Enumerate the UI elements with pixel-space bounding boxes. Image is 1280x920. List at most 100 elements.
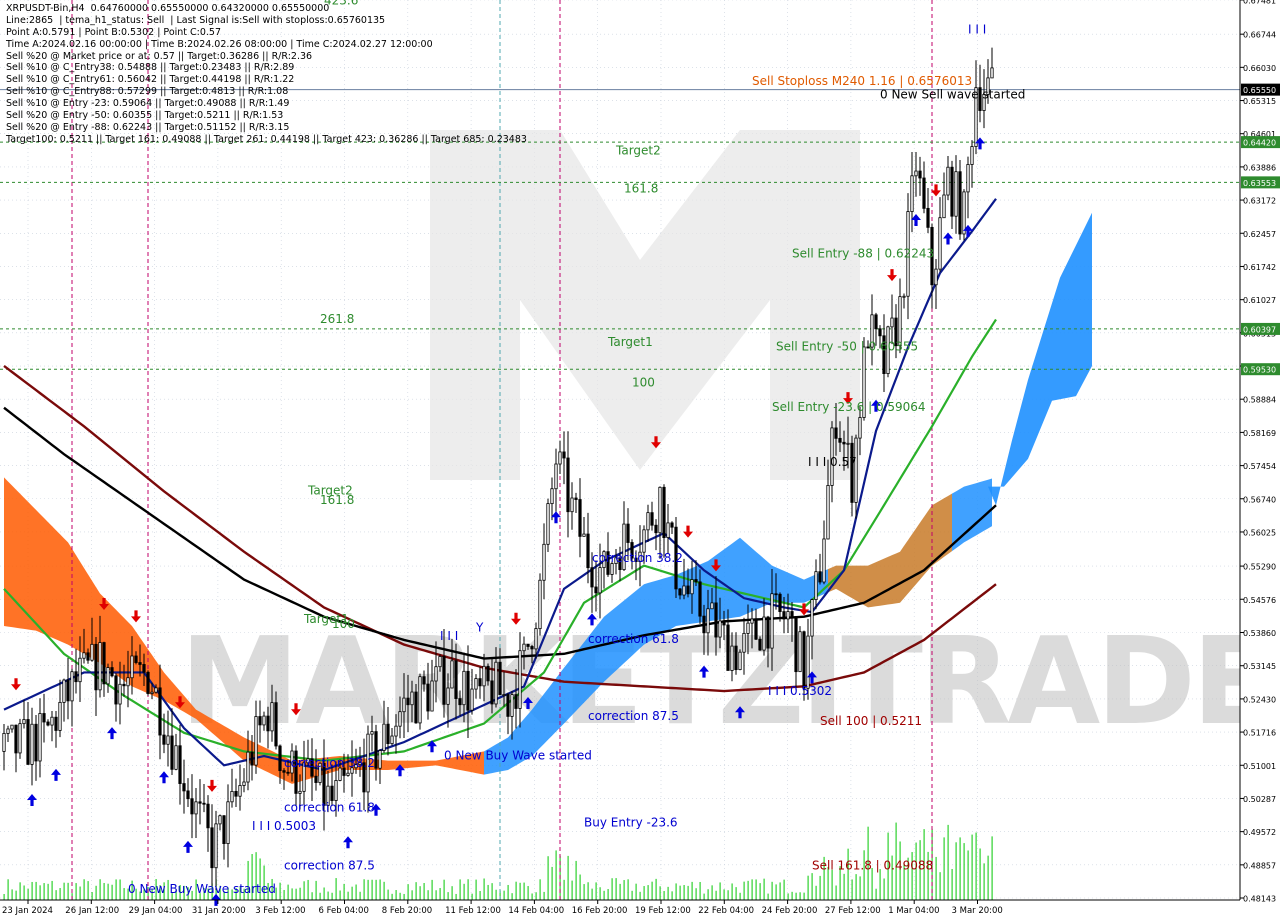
candle-body <box>518 650 522 709</box>
volume-bar <box>795 892 797 900</box>
cloud-segment <box>12 485 16 628</box>
candle-body <box>26 719 30 765</box>
candle-body <box>822 538 826 583</box>
annotation-label: Sell Entry -88 | 0.62243 <box>792 247 934 261</box>
candle-body <box>782 611 786 620</box>
price-tick-label: 0.55290 <box>1243 563 1276 572</box>
candle-body <box>478 678 482 687</box>
volume-bar <box>339 890 341 900</box>
candle-body <box>298 790 302 794</box>
candle-body <box>594 586 598 594</box>
volume-bar <box>607 889 609 900</box>
cloud-segment <box>420 760 424 767</box>
cloud-segment <box>800 577 804 603</box>
candle-body <box>946 166 950 196</box>
candle-body <box>714 602 718 638</box>
volume-bar <box>631 890 633 900</box>
volume-bar <box>711 885 713 900</box>
candle-body <box>390 735 394 745</box>
candle-body <box>278 745 282 772</box>
candle-body <box>954 171 958 217</box>
volume-bar <box>975 832 977 900</box>
candle-body <box>438 656 442 668</box>
candle-body <box>146 671 150 694</box>
volume-bar <box>551 866 553 900</box>
volume-bar <box>95 885 97 900</box>
cloud-segment <box>740 537 744 617</box>
candle-body <box>546 503 550 545</box>
candle-body <box>838 437 842 443</box>
candle-body <box>382 723 386 751</box>
price-tick-label: 0.61742 <box>1243 263 1276 272</box>
cloud-segment <box>428 760 432 767</box>
cloud-segment <box>32 505 36 631</box>
annotation-label: I I I <box>968 22 986 36</box>
volume-bar <box>739 892 741 900</box>
candle-body <box>578 499 582 537</box>
cloud-segment <box>752 548 756 612</box>
candle-body <box>402 697 406 713</box>
price-tick-label: 0.51716 <box>1243 729 1276 738</box>
cloud-segment <box>976 482 980 536</box>
volume-bar <box>431 879 433 900</box>
volume-bar <box>767 893 769 900</box>
candle-body <box>554 463 558 490</box>
volume-bar <box>295 888 297 900</box>
candle-body <box>138 662 142 665</box>
cloud-segment <box>928 505 932 571</box>
volume-bar <box>407 884 409 900</box>
volume-bar <box>379 879 381 900</box>
candle-body <box>682 585 686 596</box>
volume-bar <box>303 881 305 900</box>
candle-body <box>182 783 186 792</box>
candle-body <box>234 790 238 797</box>
cloud-segment <box>76 555 80 652</box>
volume-bar <box>107 883 109 900</box>
candle-body <box>858 417 862 439</box>
candle-body <box>422 676 426 685</box>
candle-body <box>370 731 374 735</box>
volume-bar <box>687 885 689 900</box>
volume-bar <box>291 888 293 900</box>
volume-bar <box>123 888 125 900</box>
volume-bar <box>443 879 445 900</box>
info-line: Point A:0.5791 | Point B:0.5302 | Point … <box>6 26 222 38</box>
candle-body <box>958 171 962 235</box>
volume-bar <box>395 890 397 900</box>
volume-bar <box>39 885 41 900</box>
volume-bar <box>455 893 457 900</box>
cloud-segment <box>576 647 580 711</box>
volume-bar <box>659 886 661 900</box>
candle-body <box>722 620 726 626</box>
price-tag-label: 0.59530 <box>1243 366 1276 375</box>
volume-bar <box>515 881 517 900</box>
price-tick-label: 0.63886 <box>1243 163 1276 172</box>
cloud-segment <box>536 699 540 752</box>
volume-bar <box>939 872 941 900</box>
price-tick-label: 0.58169 <box>1243 429 1276 438</box>
cloud-segment <box>60 534 64 643</box>
cloud-segment <box>40 513 44 635</box>
volume-bar <box>447 892 449 900</box>
volume-bar <box>103 882 105 900</box>
cloud-segment <box>436 759 440 767</box>
cloud-segment <box>168 677 172 705</box>
volume-bar <box>859 876 861 900</box>
volume-bar <box>807 875 809 900</box>
candle-body <box>850 442 854 503</box>
candle-body <box>698 581 702 617</box>
time-tick-label: 22 Feb 04:00 <box>698 906 754 916</box>
volume-bar <box>835 885 837 900</box>
volume-bar <box>595 882 597 900</box>
volume-bar <box>435 890 437 900</box>
candle-body <box>242 781 246 786</box>
volume-bar <box>619 883 621 900</box>
candle-body <box>678 588 682 596</box>
volume-bar <box>383 881 385 900</box>
candle-body <box>70 671 74 702</box>
candle-body <box>506 694 510 717</box>
candle-body <box>810 599 814 637</box>
volume-bar <box>647 885 649 900</box>
volume-bar <box>35 881 37 900</box>
cloud-segment <box>972 483 976 538</box>
